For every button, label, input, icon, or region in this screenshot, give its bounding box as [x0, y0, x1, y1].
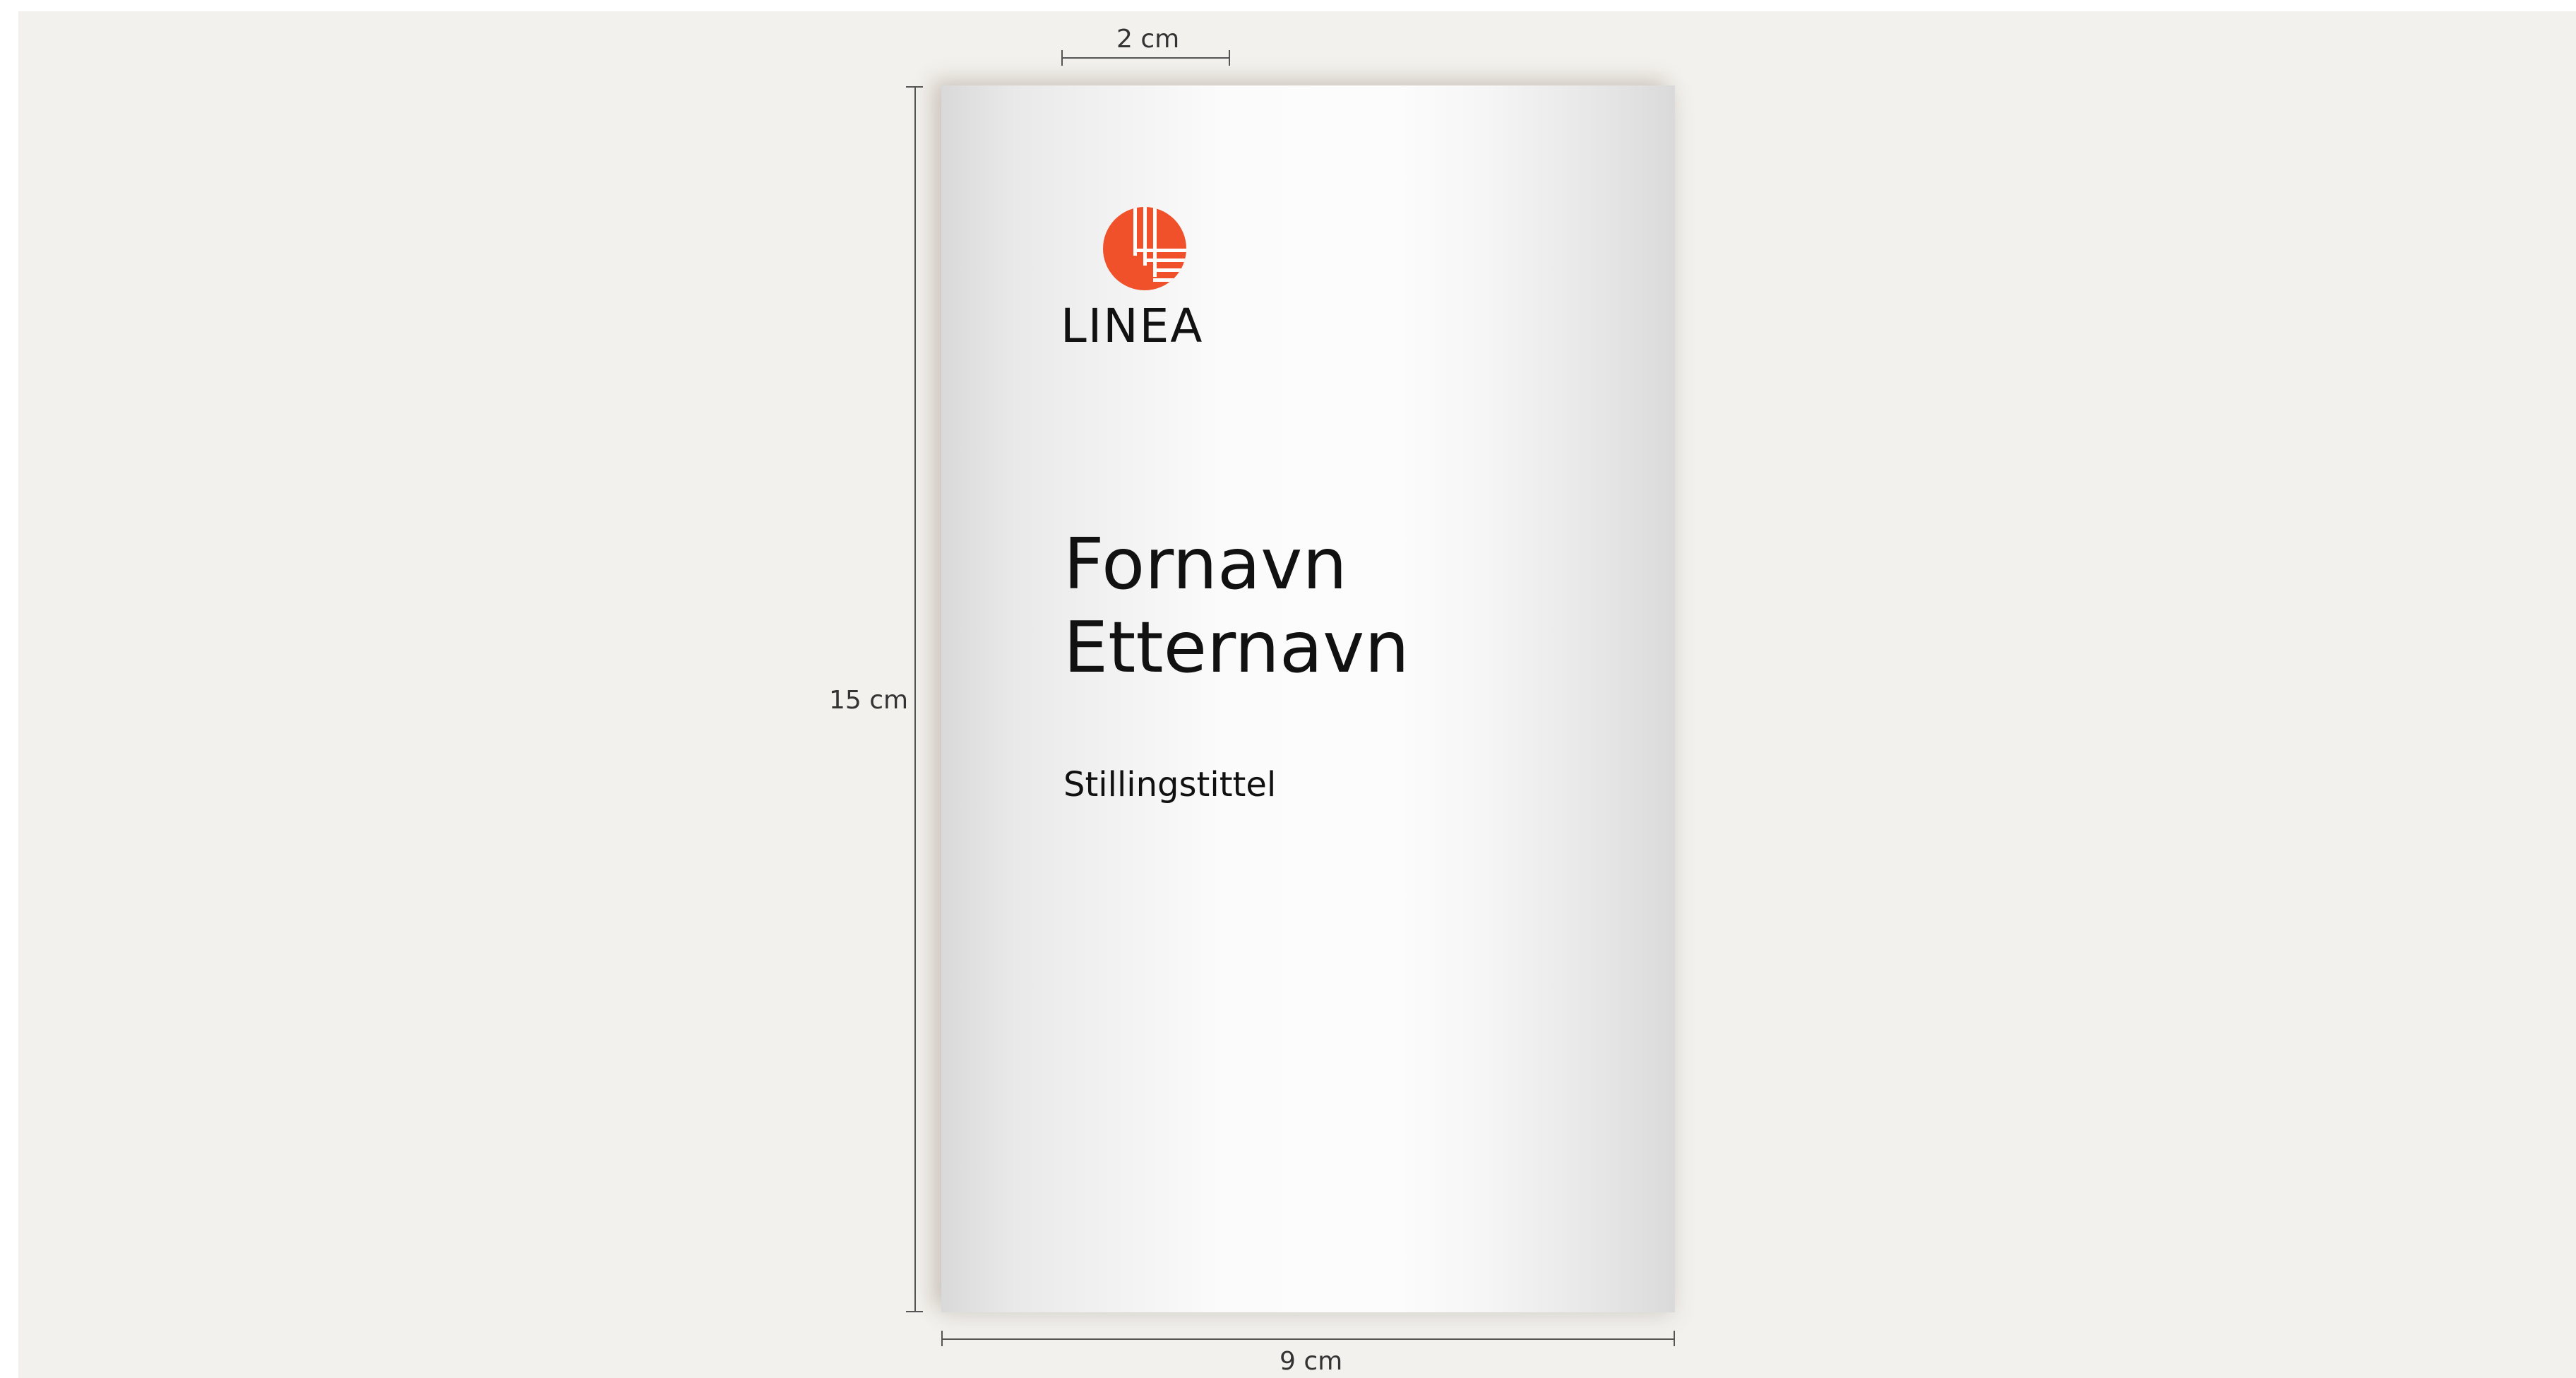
bottom-dimension-tick-left [941, 1331, 943, 1346]
bottom-dimension-tick-right [1674, 1331, 1675, 1346]
first-name: Fornavn [1063, 523, 1347, 605]
top-dimension-tick-left [1061, 50, 1063, 66]
job-title: Stillingstittel [1063, 765, 1277, 804]
top-dimension-line [1062, 57, 1229, 59]
left-dimension-tick-bottom [906, 1311, 923, 1312]
left-dimension-tick-top [906, 86, 923, 88]
top-dimension-label: 2 cm [1116, 25, 1180, 54]
bottom-dimension-line [942, 1338, 1675, 1340]
bottom-dimension-label: 9 cm [1280, 1347, 1343, 1376]
logo-wordmark-text: LINEA [1061, 305, 1203, 348]
last-name: Etternavn [1063, 606, 1409, 689]
left-dimension-label: 15 cm [829, 686, 909, 715]
linea-wordmark: LINEA [1061, 305, 1203, 348]
left-dimension-line [914, 87, 916, 1312]
linea-circle-grid-icon [1103, 207, 1186, 290]
business-card [941, 85, 1675, 1312]
person-name: Fornavn Etternavn [1063, 523, 1409, 689]
top-dimension-tick-right [1229, 50, 1230, 66]
